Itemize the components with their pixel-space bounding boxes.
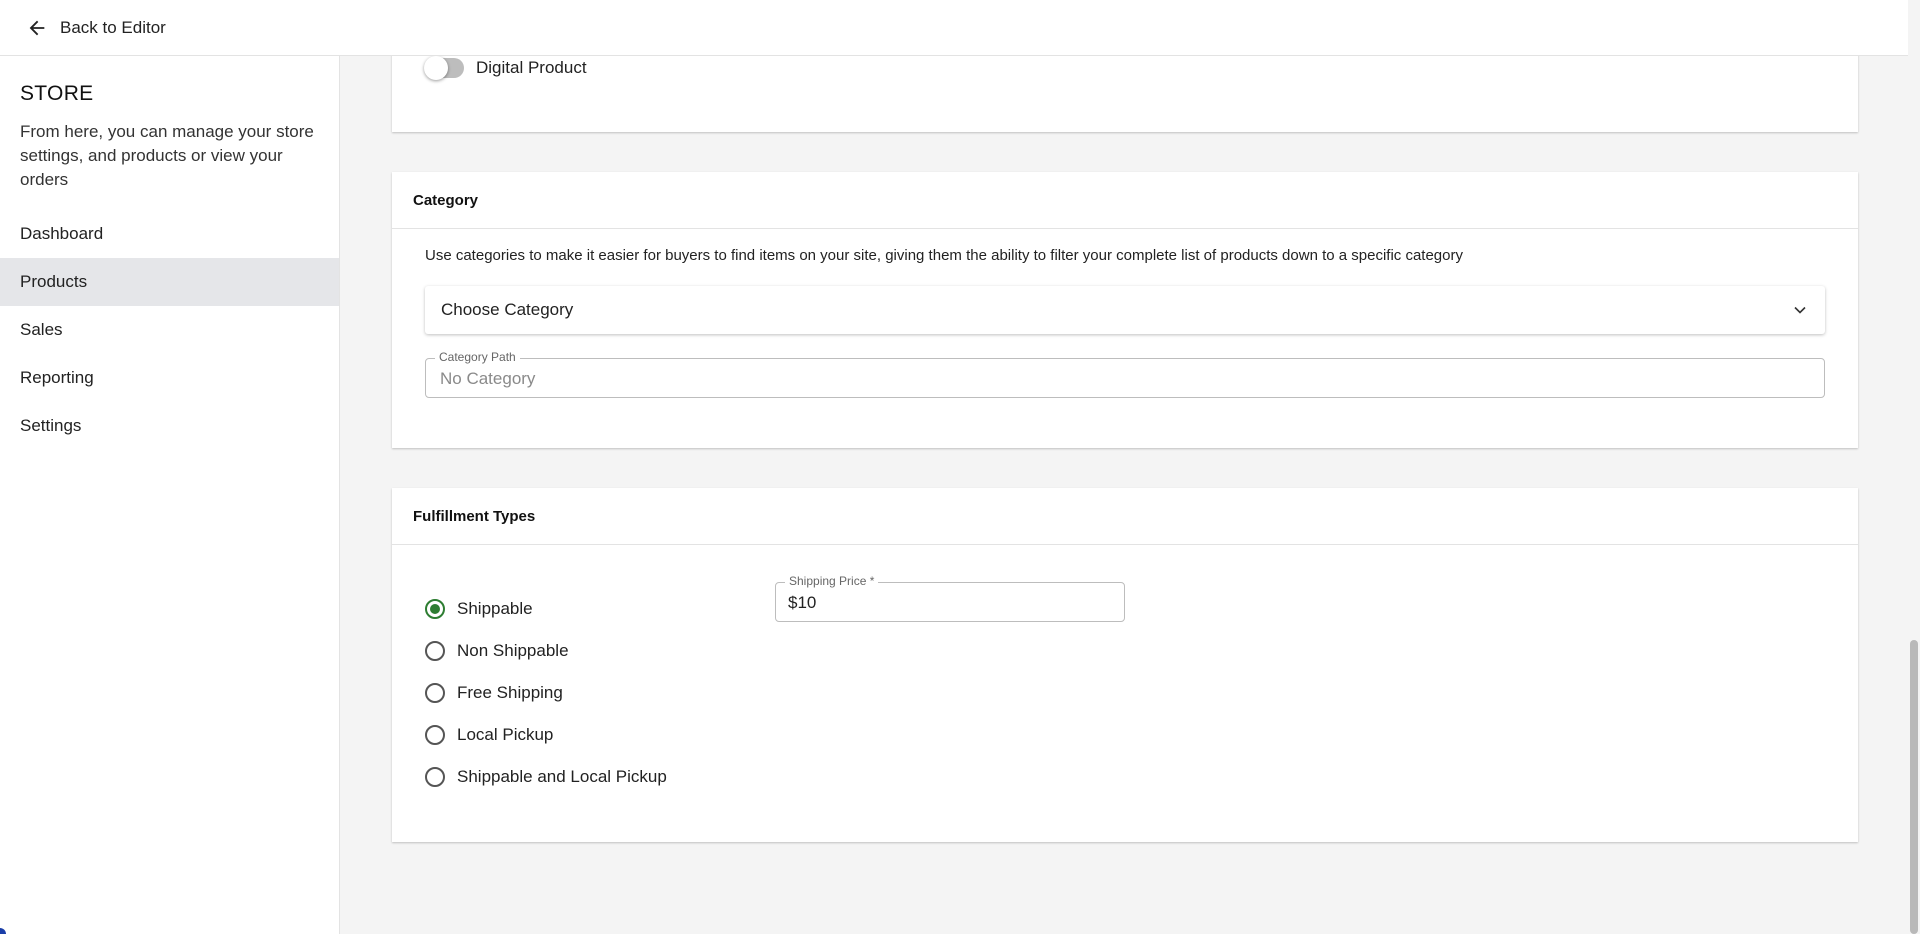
fulfillment-card: Fulfillment Types Shippable Non Shippabl…: [392, 488, 1858, 842]
shipping-price-value: $10: [788, 593, 817, 612]
radio-label: Free Shipping: [457, 683, 563, 702]
sidebar-nav: Dashboard Products Sales Reporting Setti…: [0, 210, 339, 450]
digital-product-row: Digital Product: [424, 56, 587, 80]
category-path-label: Category Path: [435, 350, 520, 364]
main-content: Digital Product Category Use categories …: [340, 46, 1908, 934]
sidebar-item-sales[interactable]: Sales: [0, 306, 339, 354]
radio-button[interactable]: [425, 725, 445, 745]
radio-label: Shippable: [457, 599, 533, 618]
page-scrollbar[interactable]: [1908, 0, 1920, 934]
category-path-value: No Category: [440, 369, 536, 388]
sidebar: STORE From here, you can manage your sto…: [0, 56, 340, 934]
toggle-knob: [424, 56, 448, 80]
radio-button[interactable]: [425, 641, 445, 661]
radio-label: Non Shippable: [457, 641, 569, 660]
choose-category-select[interactable]: Choose Category: [425, 286, 1825, 334]
store-description: From here, you can manage your store set…: [20, 122, 314, 189]
back-to-editor-link[interactable]: Back to Editor: [26, 17, 166, 39]
radio-non-shippable[interactable]: Non Shippable: [425, 630, 667, 672]
sidebar-item-settings[interactable]: Settings: [0, 402, 339, 450]
radio-label: Local Pickup: [457, 725, 554, 744]
digital-product-label: Digital Product: [476, 58, 587, 77]
store-title: STORE: [20, 82, 94, 105]
choose-category-label: Choose Category: [441, 300, 574, 319]
arrow-left-icon: [29, 20, 45, 35]
radio-label: Shippable and Local Pickup: [457, 767, 667, 786]
category-header: Category: [392, 172, 1858, 229]
top-bar: Back to Editor: [0, 0, 1908, 56]
shipping-price-label: Shipping Price *: [785, 574, 879, 588]
shipping-price-field[interactable]: Shipping Price * $10: [775, 574, 1125, 622]
radio-shippable[interactable]: Shippable: [425, 588, 667, 630]
category-path-field[interactable]: Category Path No Category: [425, 350, 1825, 398]
scrollbar-thumb[interactable]: [1910, 640, 1918, 934]
digital-product-toggle[interactable]: [424, 56, 464, 80]
back-to-editor-label: Back to Editor: [60, 17, 166, 37]
category-description: Use categories to make it easier for buy…: [425, 247, 1463, 264]
radio-button[interactable]: [425, 767, 445, 787]
category-card: Category Use categories to make it easie…: [392, 172, 1858, 448]
radio-shippable-and-local-pickup[interactable]: Shippable and Local Pickup: [425, 756, 667, 798]
fulfillment-radio-group: Shippable Non Shippable Free Shipping Lo…: [425, 588, 667, 798]
chevron-down-icon: [1794, 306, 1806, 314]
fulfillment-header: Fulfillment Types: [392, 488, 1858, 545]
sidebar-item-reporting[interactable]: Reporting: [0, 354, 339, 402]
radio-local-pickup[interactable]: Local Pickup: [425, 714, 667, 756]
radio-button[interactable]: [425, 599, 445, 619]
sidebar-item-dashboard[interactable]: Dashboard: [0, 210, 339, 258]
product-options-card: Digital Product: [392, 46, 1858, 132]
sidebar-item-products[interactable]: Products: [0, 258, 339, 306]
radio-free-shipping[interactable]: Free Shipping: [425, 672, 667, 714]
radio-button[interactable]: [425, 683, 445, 703]
